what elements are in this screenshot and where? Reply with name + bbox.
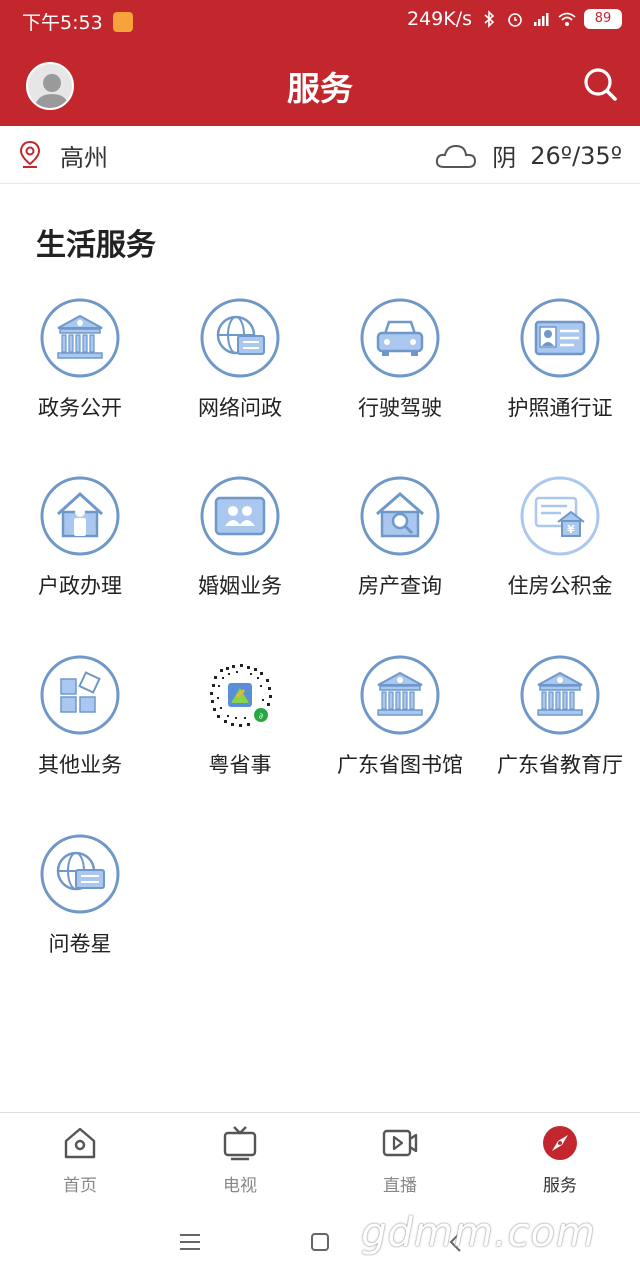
service-item[interactable]: ¥ 住房公积金	[480, 476, 640, 636]
library-building-icon	[360, 655, 440, 735]
watermark: gdmm.com	[361, 1210, 596, 1256]
net-speed: 249K/s	[406, 8, 472, 30]
government-building-icon	[40, 298, 120, 378]
alarm-icon	[508, 13, 522, 27]
signal-icon	[534, 13, 549, 26]
service-label: 住房公积金	[507, 574, 613, 598]
blocks-icon	[40, 655, 120, 735]
page-title: 服务	[287, 69, 353, 108]
couple-icon	[200, 476, 280, 556]
service-label: 户政办理	[38, 574, 122, 598]
house-search-icon	[360, 476, 440, 556]
home-icon	[64, 1127, 96, 1159]
service-item[interactable]: 其他业务	[0, 655, 160, 815]
service-item[interactable]: 房产查询	[320, 476, 480, 636]
cloud-icon	[436, 144, 477, 168]
svg-text:∂: ∂	[259, 712, 263, 721]
education-building-icon	[520, 655, 600, 735]
tab-label: 直播	[383, 1176, 417, 1196]
service-item[interactable]: 广东省图书馆	[320, 655, 480, 815]
system-nav-bar: gdmm.com	[0, 1204, 640, 1280]
tab-tv[interactable]: 电视	[160, 1125, 320, 1201]
uc-browser-icon	[112, 11, 133, 32]
bluetooth-icon	[484, 10, 495, 28]
tab-service[interactable]: 服务	[480, 1125, 640, 1201]
service-item[interactable]: 行驶驾驶	[320, 298, 480, 458]
home-square-icon[interactable]	[306, 1228, 334, 1256]
status-bar: 下午5:53 249K/s 89	[0, 0, 640, 40]
search-icon[interactable]	[582, 66, 618, 102]
service-item[interactable]: 问卷星	[0, 834, 160, 994]
service-label: 政务公开	[38, 396, 122, 420]
service-item[interactable]: 护照通行证	[480, 298, 640, 458]
app-header: 服务	[0, 40, 640, 126]
bottom-tab-bar: 首页 电视 直播 服务	[0, 1112, 640, 1204]
service-item[interactable]: 网络问政	[160, 298, 320, 458]
service-item[interactable]: 广东省教育厅	[480, 655, 640, 815]
globe-chat-icon	[200, 298, 280, 378]
service-label: 问卷星	[48, 932, 112, 956]
service-label: 广东省图书馆	[337, 753, 463, 777]
svg-text:¥: ¥	[567, 523, 575, 536]
service-item[interactable]: 婚姻业务	[160, 476, 320, 636]
battery-indicator: 89	[584, 9, 622, 29]
service-label: 护照通行证	[507, 396, 613, 420]
status-time: 下午5:53	[22, 12, 103, 34]
live-video-icon	[382, 1129, 418, 1157]
tv-icon	[223, 1126, 257, 1161]
temperature-range: 26º/35º	[530, 141, 622, 170]
service-label: 婚姻业务	[198, 574, 282, 598]
section-title: 生活服务	[36, 228, 156, 263]
tab-label: 电视	[223, 1176, 257, 1196]
city-name[interactable]: 高州	[60, 138, 108, 173]
location-pin-icon	[19, 140, 41, 168]
tab-label: 服务	[543, 1176, 577, 1196]
service-label: 行驶驾驶	[358, 396, 442, 420]
menu-icon[interactable]	[176, 1228, 204, 1256]
service-label: 网络问政	[198, 396, 282, 420]
housing-fund-icon: ¥	[520, 476, 600, 556]
mini-program-qr-icon: ∂	[203, 658, 277, 732]
service-label: 其他业务	[38, 753, 122, 777]
car-icon	[360, 298, 440, 378]
weather-condition: 阴	[492, 144, 517, 172]
location-bar: 高州 阴 26º/35º	[0, 126, 640, 184]
tab-home[interactable]: 首页	[0, 1125, 160, 1201]
house-person-icon	[40, 476, 120, 556]
weather-info: 阴 26º/35º	[434, 138, 622, 173]
service-label: 广东省教育厅	[497, 753, 623, 777]
compass-icon	[543, 1126, 577, 1160]
survey-globe-icon	[40, 834, 120, 914]
service-label: 粤省事	[208, 753, 272, 777]
tab-label: 首页	[63, 1176, 97, 1196]
service-label: 房产查询	[358, 574, 442, 598]
service-item[interactable]: 政务公开	[0, 298, 160, 458]
service-item[interactable]: 户政办理	[0, 476, 160, 636]
service-item[interactable]: ∂ 粤省事	[160, 655, 320, 815]
id-card-icon	[520, 298, 600, 378]
wifi-icon	[558, 12, 576, 26]
tab-live[interactable]: 直播	[320, 1125, 480, 1201]
